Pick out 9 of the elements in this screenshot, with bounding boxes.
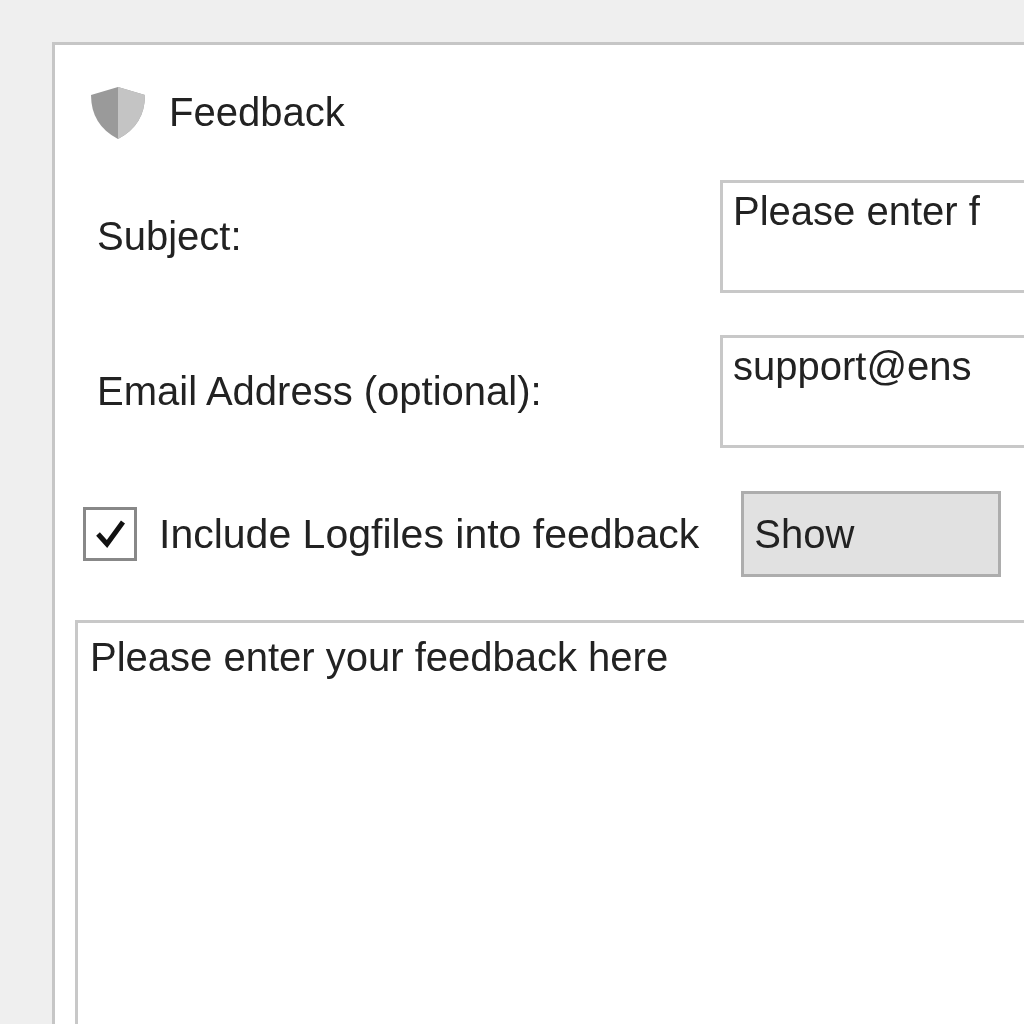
checkbox-label: Include Logfiles into feedback [159,510,700,558]
input-field[interactable]: Please enter f [720,180,1024,293]
feedback-field[interactable]: Please enter your feedback here [75,620,1024,1024]
checkbox[interactable] [83,507,137,561]
field-label: Email Address (optional): [97,369,543,414]
show-button[interactable]: Show [741,491,1002,577]
window-title: Feedback [169,90,345,135]
input-field[interactable]: support@ens [720,335,1024,448]
field-label: Subject: [97,214,243,259]
